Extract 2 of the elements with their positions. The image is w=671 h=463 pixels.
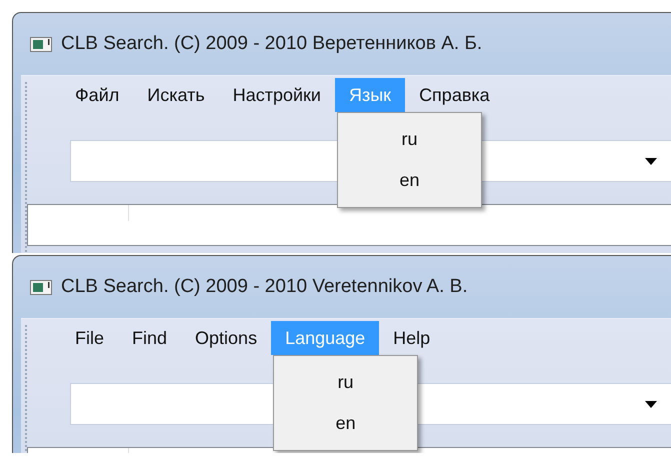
window-title: CLB Search. (C) 2009 - 2010 Veretennikov A. B.: [61, 276, 468, 298]
window-title: CLB Search. (C) 2009 - 2010 Веретенников А. Б.: [61, 33, 482, 55]
